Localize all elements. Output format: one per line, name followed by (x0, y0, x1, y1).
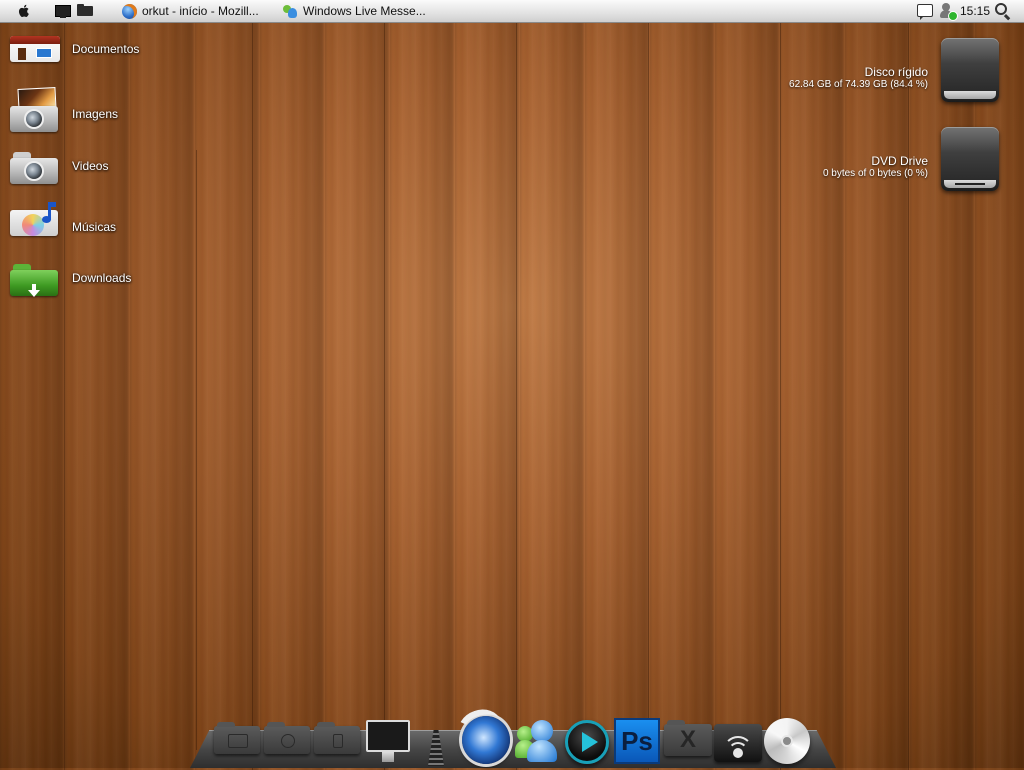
search-icon[interactable] (995, 3, 1007, 15)
drive-name: Disco rígido (864, 65, 928, 79)
taskbar-item-firefox[interactable]: orkut - início - Mozill... (122, 2, 259, 20)
apple-icon[interactable] (16, 3, 32, 19)
photos-folder-icon[interactable] (214, 722, 260, 754)
camera-folder-icon[interactable] (264, 722, 310, 754)
hard-disk-icon[interactable] (941, 38, 999, 102)
desktop-item-downloads[interactable]: Downloads (10, 258, 150, 298)
monitor-icon[interactable] (55, 5, 71, 18)
messenger-icon (282, 4, 298, 19)
task-label: orkut - início - Mozill... (142, 4, 259, 18)
home-folder-icon (10, 28, 62, 68)
wood-seam (64, 22, 65, 770)
clock[interactable]: 15:15 (960, 4, 990, 18)
drive-name: DVD Drive (871, 154, 928, 168)
music-folder-icon (10, 202, 62, 246)
desktop-item-label: Downloads (72, 271, 132, 285)
desktop-item-label: Músicas (72, 220, 117, 234)
drive-usage: 0 bytes of 0 bytes (0 %) (822, 168, 928, 179)
dvd-icon[interactable] (764, 718, 810, 764)
desktop-item-label: Videos (72, 159, 109, 173)
folder-icon[interactable] (77, 4, 93, 16)
downloads-folder-icon (10, 258, 62, 297)
desktop-item-documentos[interactable]: Documentos (10, 28, 150, 68)
wood-seam (780, 22, 781, 770)
drive-info: Disco rígido 62.84 GB of 74.39 GB (84.4 … (789, 65, 928, 90)
media-player-icon[interactable] (565, 720, 609, 764)
taskbar-item-messenger[interactable]: Windows Live Messe... (282, 2, 426, 20)
music-folder-icon[interactable] (314, 722, 360, 754)
firefox-icon[interactable] (462, 716, 510, 764)
wood-seam (252, 22, 253, 770)
messenger-status-icon[interactable] (939, 3, 958, 21)
applications-folder-icon[interactable]: X (664, 720, 712, 756)
drive-info: DVD Drive 0 bytes of 0 bytes (0 %) (823, 154, 928, 179)
desktop-item-imagens[interactable]: Imagens (10, 87, 150, 132)
wood-seam (908, 22, 909, 770)
menu-bar: orkut - início - Mozill... Windows Live … (0, 0, 1024, 23)
wood-seam (196, 150, 197, 750)
desktop-item-label: Imagens (72, 107, 119, 121)
camera-folder-icon (10, 146, 62, 184)
pictures-folder-icon (10, 87, 62, 132)
firefox-icon (122, 3, 137, 19)
chat-icon[interactable] (917, 4, 933, 20)
dvd-drive-icon[interactable] (941, 127, 999, 191)
wood-seam (516, 22, 517, 770)
wood-seam (384, 22, 385, 770)
messenger-icon[interactable] (515, 718, 561, 764)
wood-seam (648, 22, 649, 770)
drive-usage: 62.84 GB of 74.39 GB (84.4 %) (789, 79, 928, 90)
desktop-item-musicas[interactable]: Músicas (10, 202, 150, 246)
desktop-item-label: Documentos (72, 42, 140, 56)
desktop-item-videos[interactable]: Videos (10, 146, 150, 186)
task-label: Windows Live Messe... (303, 4, 426, 18)
photoshop-icon[interactable]: Ps (614, 718, 660, 764)
imac-icon[interactable] (366, 720, 410, 762)
wifi-icon[interactable] (714, 724, 762, 762)
